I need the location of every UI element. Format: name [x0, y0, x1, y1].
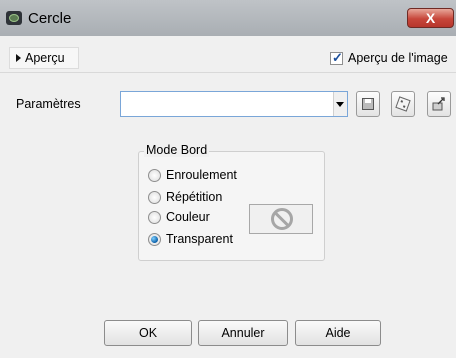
parameters-dropdown[interactable] [120, 91, 348, 117]
radio-enroulement[interactable] [148, 169, 161, 182]
window-title: Cercle [28, 10, 72, 27]
cancel-button[interactable]: Annuler [198, 320, 288, 346]
preview-toggle-label: Aperçu [25, 51, 65, 65]
random-button[interactable] [391, 91, 415, 117]
radio-couleur[interactable] [148, 211, 161, 224]
expand-arrow-icon [16, 54, 21, 62]
random-icon [395, 96, 411, 112]
title-bar: Cercle X [0, 0, 456, 37]
close-icon: X [425, 10, 436, 26]
help-button[interactable]: Aide [295, 320, 381, 346]
save-preset-icon [362, 98, 374, 110]
preview-image-checkbox[interactable]: ✓ [330, 50, 343, 65]
radio-repetition[interactable] [148, 191, 161, 204]
color-swatch[interactable] [249, 204, 313, 234]
mode-bord-title: Mode Bord [144, 143, 210, 157]
preview-image-label[interactable]: Aperçu de l'image [348, 51, 448, 65]
ok-button[interactable]: OK [104, 320, 192, 346]
preview-toggle[interactable]: Aperçu [9, 47, 79, 69]
radio-label-enroulement[interactable]: Enroulement [166, 168, 237, 182]
camera-icon [6, 11, 22, 25]
radio-label-transparent[interactable]: Transparent [166, 232, 233, 246]
save-preset-button[interactable] [356, 91, 380, 117]
checkmark-icon: ✓ [332, 50, 343, 65]
reset-button[interactable] [427, 91, 451, 117]
radio-transparent[interactable] [148, 233, 161, 246]
radio-label-repetition[interactable]: Répétition [166, 190, 222, 204]
radio-label-couleur[interactable]: Couleur [166, 210, 210, 224]
reset-icon [432, 97, 445, 111]
parameters-label: Paramètres [16, 97, 81, 111]
chevron-down-icon[interactable] [333, 92, 347, 116]
no-color-icon [271, 208, 293, 230]
close-button[interactable]: X [407, 8, 454, 28]
